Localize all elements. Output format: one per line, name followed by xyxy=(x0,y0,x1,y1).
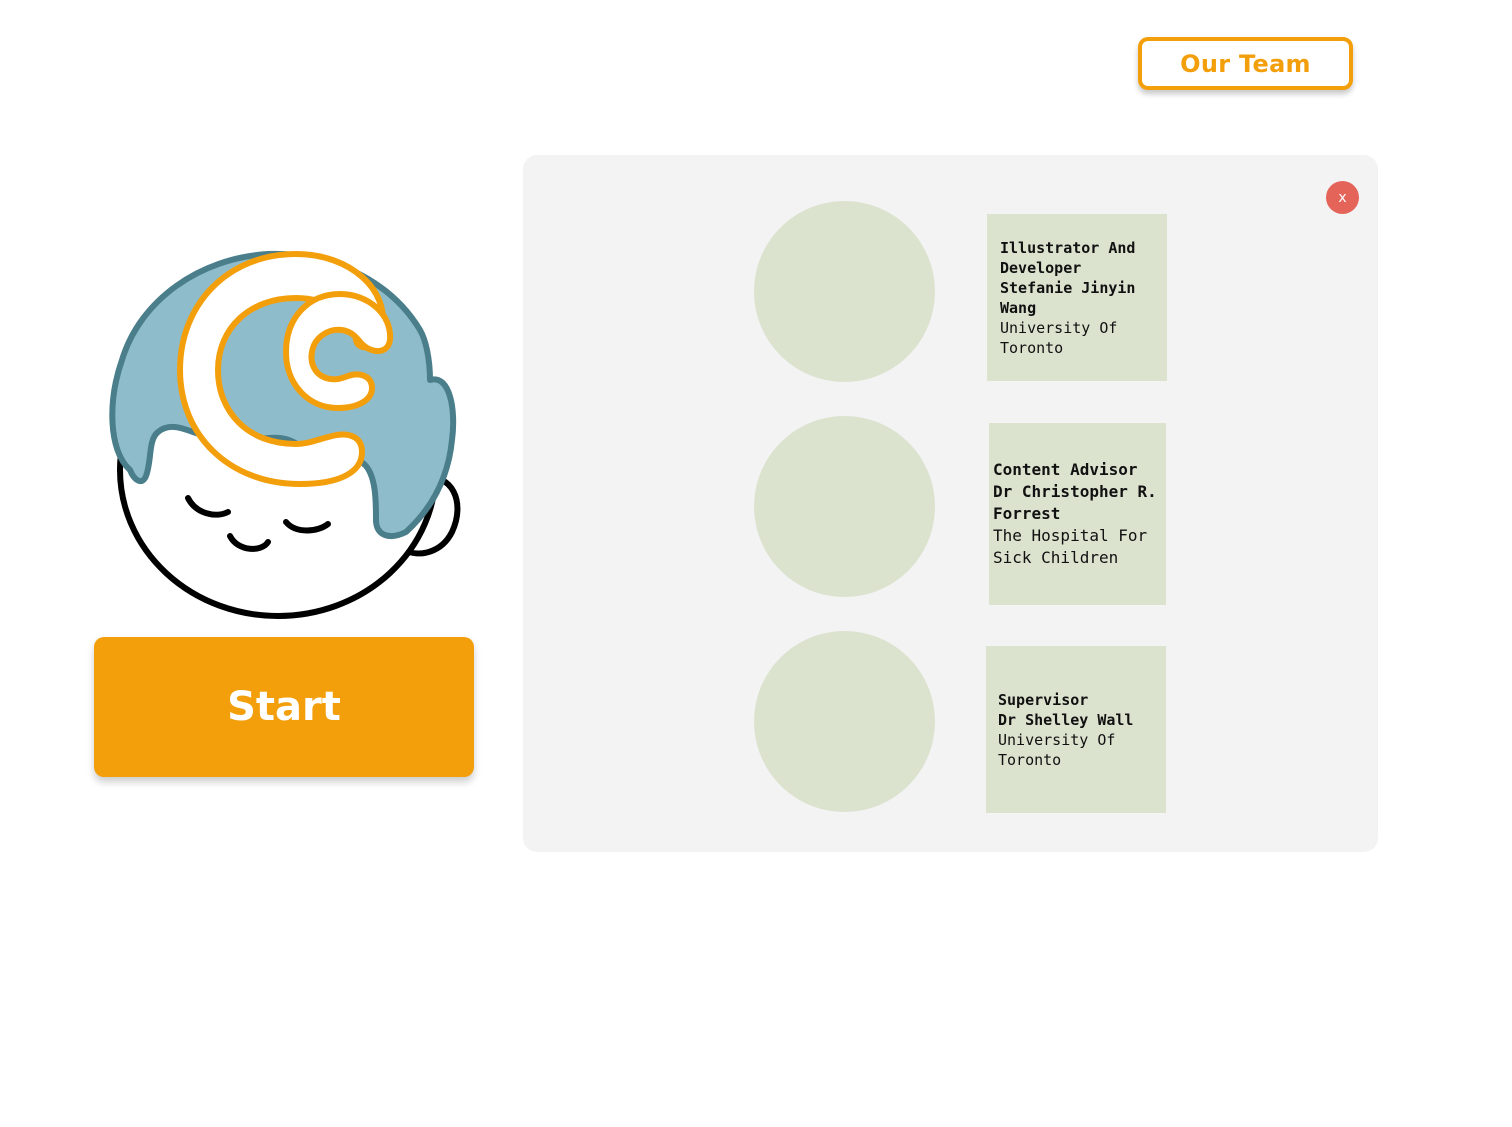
member-role: Supervisor xyxy=(998,690,1089,709)
start-button[interactable]: Start xyxy=(94,637,474,777)
member-name: Dr Shelley Wall xyxy=(998,710,1134,729)
our-team-button[interactable]: Our Team xyxy=(1138,37,1353,90)
close-button[interactable]: x xyxy=(1326,181,1359,214)
member-affiliation: University Of Toronto xyxy=(998,730,1116,769)
member-affiliation: University Of Toronto xyxy=(1000,318,1118,357)
member-role: Illustrator And Developer xyxy=(1000,238,1136,277)
member-photo-placeholder xyxy=(754,201,935,382)
member-card: Illustrator And Developer Stefanie Jinyi… xyxy=(987,214,1167,381)
member-affiliation: The Hospital For Sick Children xyxy=(993,526,1148,567)
member-name: Dr Christopher R. Forrest xyxy=(993,482,1157,523)
member-role: Content Advisor xyxy=(993,460,1138,479)
team-panel: x Illustrator And Developer Stefanie Jin… xyxy=(523,155,1378,852)
member-photo-placeholder xyxy=(754,416,935,597)
app-screen: Our Team Start x Illustrator And Develop… xyxy=(0,0,1512,1127)
member-card: Content Advisor Dr Christopher R. Forres… xyxy=(989,423,1166,605)
member-name: Stefanie Jinyin Wang xyxy=(1000,278,1136,317)
sleeping-baby-logo-icon xyxy=(109,250,461,619)
member-photo-placeholder xyxy=(754,631,935,812)
member-card: Supervisor Dr Shelley Wall University Of… xyxy=(986,646,1166,813)
